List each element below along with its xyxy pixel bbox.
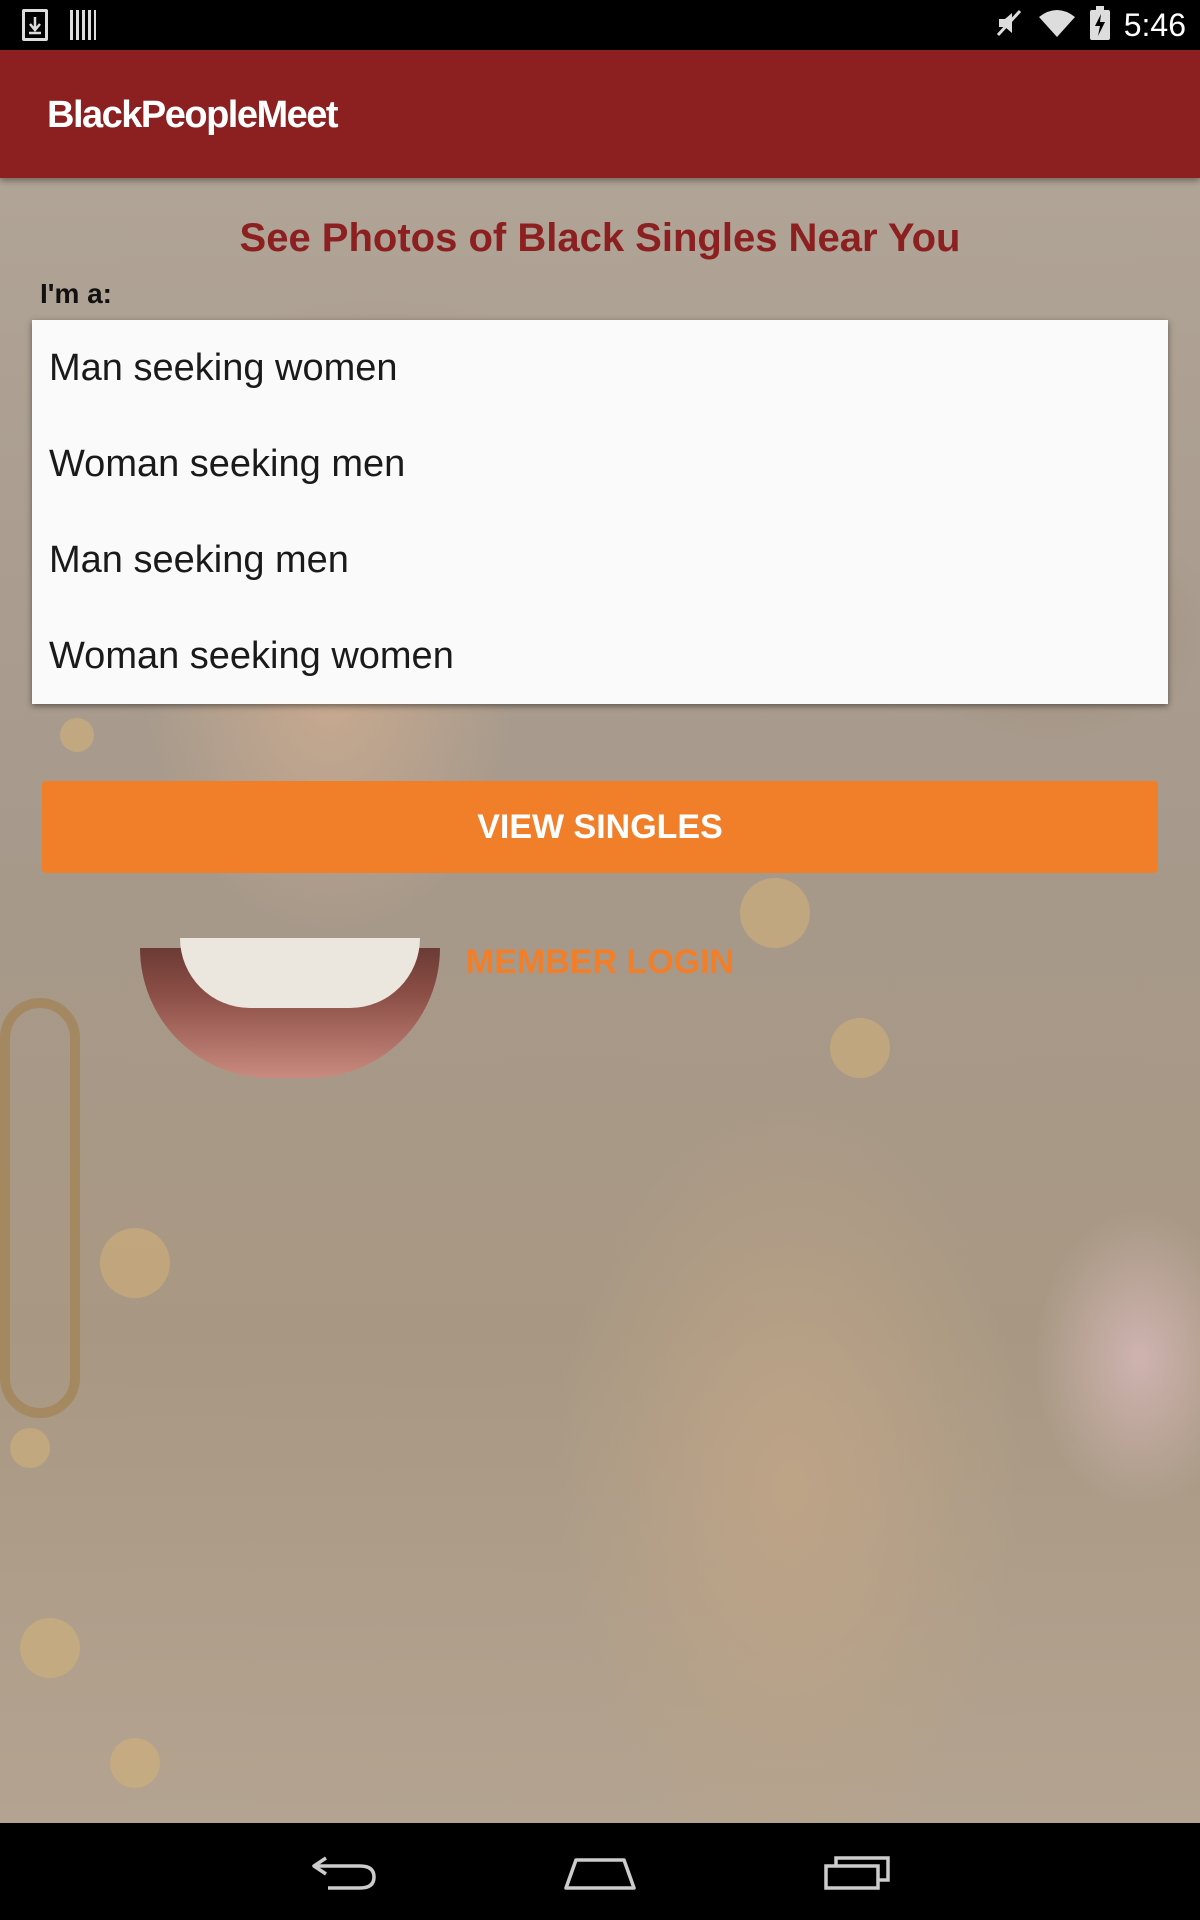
status-left-icons bbox=[22, 8, 96, 42]
bokeh-light bbox=[100, 1228, 170, 1298]
option-man-seeking-men[interactable]: Man seeking men bbox=[32, 512, 1168, 608]
seeking-dropdown-list: Man seeking women Woman seeking men Man … bbox=[32, 320, 1168, 704]
bokeh-light bbox=[10, 1428, 50, 1468]
bokeh-light bbox=[740, 878, 810, 948]
app-logo: BlackPeopleMeet bbox=[47, 94, 339, 136]
barcode-icon bbox=[70, 10, 96, 40]
status-right-icons: 5:46 bbox=[994, 0, 1186, 50]
download-icon bbox=[22, 9, 48, 41]
status-bar: 5:46 bbox=[0, 0, 1200, 50]
im-a-label: I'm a: bbox=[40, 278, 113, 309]
recents-icon[interactable] bbox=[818, 1845, 898, 1899]
bokeh-light bbox=[830, 1018, 890, 1078]
bokeh-light bbox=[60, 718, 94, 752]
home-icon[interactable] bbox=[560, 1845, 640, 1899]
status-clock: 5:46 bbox=[1123, 6, 1186, 43]
option-woman-seeking-men[interactable]: Woman seeking men bbox=[32, 416, 1168, 512]
option-woman-seeking-women[interactable]: Woman seeking women bbox=[32, 608, 1168, 704]
wifi-icon bbox=[1038, 8, 1076, 43]
navigation-bar bbox=[0, 1823, 1200, 1920]
battery-charging-icon bbox=[1089, 5, 1110, 45]
bokeh-light bbox=[110, 1738, 160, 1788]
back-icon[interactable] bbox=[304, 1845, 384, 1899]
mute-icon bbox=[994, 8, 1024, 43]
member-login-link[interactable]: MEMBER LOGIN bbox=[0, 943, 1200, 982]
view-singles-button[interactable]: VIEW SINGLES bbox=[42, 781, 1158, 873]
option-man-seeking-women[interactable]: Man seeking women bbox=[32, 320, 1168, 416]
bokeh-light bbox=[20, 1618, 80, 1678]
page-headline: See Photos of Black Singles Near You bbox=[239, 216, 961, 260]
earring bbox=[0, 998, 80, 1418]
app-bar: BlackPeopleMeet bbox=[0, 50, 1200, 178]
main-content: See Photos of Black Singles Near You I'm… bbox=[0, 178, 1200, 1823]
